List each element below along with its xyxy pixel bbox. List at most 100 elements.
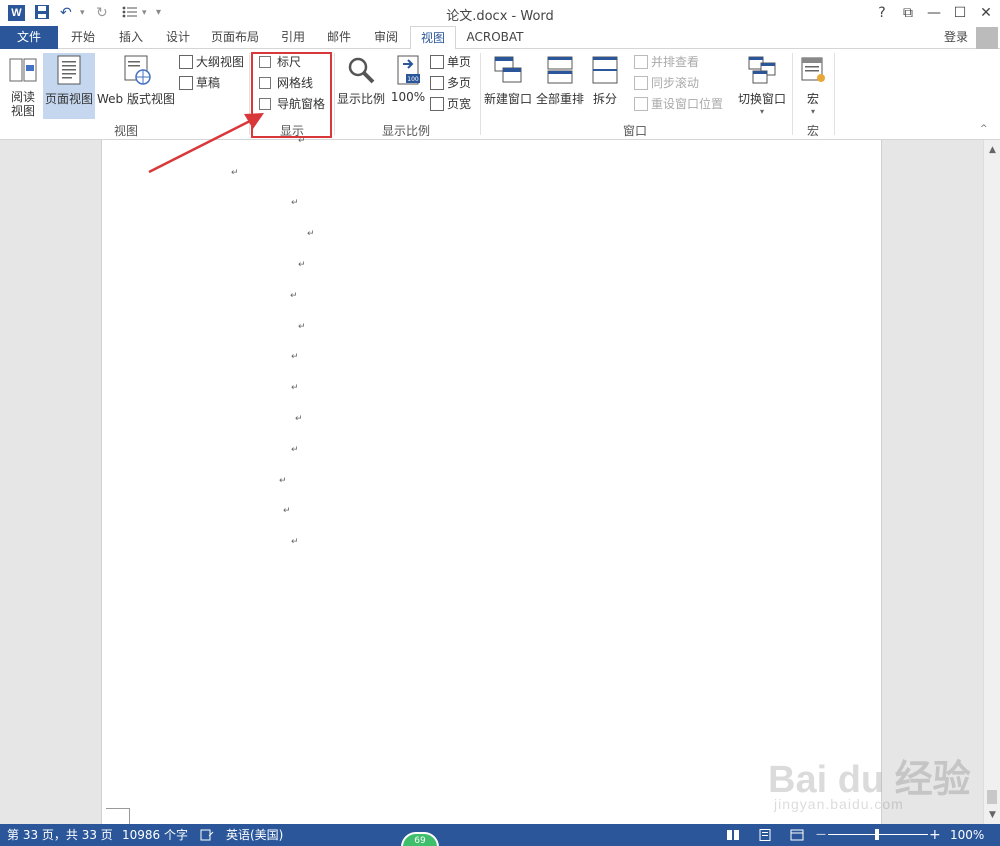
switch-windows-label: 切换窗口 [737,92,786,106]
vertical-scrollbar[interactable]: ▲ ▼ [983,140,1000,824]
close-button[interactable]: ✕ [975,3,997,23]
paragraph-mark: ↵ [291,537,299,547]
tab-design[interactable]: 设计 [157,26,199,49]
one-page-button[interactable]: 单页 [430,52,471,72]
paragraph-mark: ↵ [291,352,299,362]
split-label: 拆分 [592,92,617,106]
draft-label: 草稿 [196,76,221,90]
title-bar: W ↶ ▾ ↻ ▾ ▾ 论文.docx - Word ? ⧉ — ☐ ✕ [0,0,1000,26]
arrange-all-button[interactable]: 全部重排 [534,55,586,107]
tab-view[interactable]: 视图 [410,26,456,50]
document-area: ↵ ↵ ↵ ↵ ↵ ↵ ↵ ↵ ↵ ↵ ↵ ↵ ↵ ↵ [0,136,983,824]
page-width-icon [430,97,444,111]
page-width-button[interactable]: 页宽 [430,94,471,114]
arrange-all-icon [534,55,586,88]
web-layout-icon [96,55,176,88]
watermark-logo: Bai du 经验 [768,759,971,801]
macros-icon [796,55,830,88]
print-layout-button[interactable]: 页面视图 [43,55,95,107]
switch-windows-button[interactable]: 切换窗口 ▾ [734,55,790,116]
reset-window-label: 重设窗口位置 [651,97,724,111]
tab-review[interactable]: 审阅 [365,26,407,49]
zoom-100-button[interactable]: 100 100% [389,55,427,104]
read-mode-view-icon[interactable] [726,824,740,846]
zoom-out-button[interactable]: — [816,824,826,846]
zoom-button[interactable]: 显示比例 [336,55,386,107]
outline-icon [179,55,193,69]
multiple-pages-label: 多页 [447,76,472,90]
language-indicator[interactable]: 英语(美国) [226,824,283,846]
zoom-100-label: 100% [390,90,426,104]
maximize-button[interactable]: ☐ [949,3,971,23]
group-separator [792,53,793,135]
side-by-side-label: 并排查看 [651,55,700,69]
scroll-up-icon[interactable]: ▲ [984,142,1000,159]
page-width-label: 页宽 [447,97,472,111]
draft-icon [179,76,193,90]
group-separator [480,53,481,135]
one-page-label: 单页 [447,55,472,69]
split-icon [588,55,622,88]
multiple-pages-icon [430,76,444,90]
split-button[interactable]: 拆分 [588,55,622,107]
group-label-macros: 宏 [806,124,819,138]
sign-in-link[interactable]: 登录 [944,26,968,49]
collapse-ribbon-icon[interactable]: ^ [980,124,988,134]
view-side-by-side-button[interactable]: 并排查看 [634,52,699,72]
sync-scroll-label: 同步滚动 [651,76,700,90]
read-mode-button[interactable]: 阅读 视图 [4,55,42,118]
paragraph-mark: ↵ [298,136,306,146]
zoom-slider-thumb[interactable] [875,829,879,840]
group-separator [334,53,335,135]
magnifier-icon [336,55,386,88]
baidu-watermark: Bai du 经验 jingyan.baidu.com [768,740,978,820]
group-label-window: 窗口 [622,124,647,138]
reset-window-icon [634,97,648,111]
minimize-button[interactable]: — [923,3,945,23]
annotation-arrow [148,113,264,174]
paragraph-mark: ↵ [291,445,299,455]
one-page-icon [430,55,444,69]
zoom-label: 显示比例 [336,92,385,106]
ribbon-display-button[interactable]: ⧉ [897,3,919,23]
print-layout-icon [43,55,95,88]
avatar[interactable] [976,27,998,49]
document-page[interactable]: ↵ ↵ ↵ ↵ ↵ ↵ ↵ ↵ ↵ ↵ ↵ ↵ ↵ ↵ [101,136,882,824]
read-mode-icon [4,55,42,88]
multiple-pages-button[interactable]: 多页 [430,73,471,93]
scroll-down-icon[interactable]: ▼ [984,807,1000,824]
tab-insert[interactable]: 插入 [110,26,152,49]
arrange-all-label: 全部重排 [535,92,584,106]
page-corner-mark [106,808,130,824]
reset-window-position-button[interactable]: 重设窗口位置 [634,94,723,114]
zoom-100-icon-text: 100 [407,76,419,83]
tab-file[interactable]: 文件 [0,26,58,49]
zoom-100-icon: 100 [389,55,427,88]
sync-scroll-icon [634,76,648,90]
print-layout-view-icon[interactable] [758,824,772,846]
group-label-zoom: 显示比例 [381,124,430,138]
web-layout-view-icon[interactable] [790,824,804,846]
tab-mailings[interactable]: 邮件 [318,26,360,49]
tab-page-layout[interactable]: 页面布局 [206,26,264,49]
new-window-button[interactable]: 新建窗口 [482,55,534,107]
tab-references[interactable]: 引用 [272,26,314,49]
paragraph-mark: ↵ [298,260,306,270]
tab-acrobat[interactable]: ACROBAT [460,26,530,49]
word-count[interactable]: 10986 个字 [122,824,188,846]
synchronous-scrolling-button[interactable]: 同步滚动 [634,73,699,93]
page-count[interactable]: 第 33 页，共 33 页 [7,824,113,846]
macros-label: 宏 [806,92,819,106]
zoom-level[interactable]: 100% [950,824,984,846]
macros-button[interactable]: 宏 ▾ [796,55,830,116]
paragraph-mark: ↵ [291,383,299,393]
zoom-in-button[interactable]: + [929,824,941,846]
switch-windows-dropdown-icon: ▾ [759,107,764,116]
ribbon-tabs: 文件 开始 插入 设计 页面布局 引用 邮件 审阅 视图 ACROBAT 登录 [0,26,1000,50]
tab-home[interactable]: 开始 [62,26,104,49]
proofing-icon[interactable] [200,824,214,846]
help-button[interactable]: ? [871,3,893,23]
paragraph-mark: ↵ [291,198,299,208]
outline-button[interactable]: 大纲视图 [179,52,244,72]
scroll-thumb[interactable] [987,790,997,804]
